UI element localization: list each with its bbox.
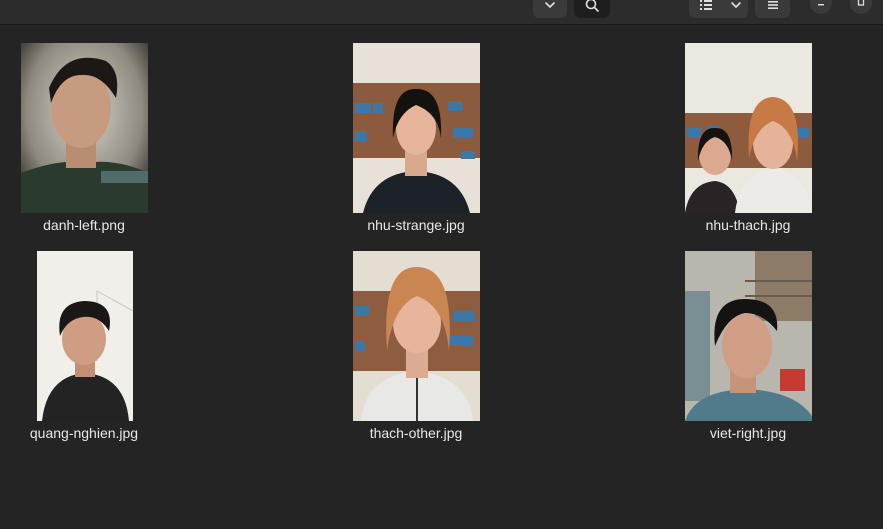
image-thumbnail	[37, 251, 133, 421]
file-name: viet-right.jpg	[709, 425, 787, 441]
file-item[interactable]: viet-right.jpg	[665, 244, 831, 444]
file-name: nhu-strange.jpg	[367, 217, 465, 233]
main-menu-button[interactable]	[755, 0, 790, 18]
file-item[interactable]: nhu-thach.jpg	[665, 36, 831, 236]
file-item[interactable]: quang-nghien.jpg	[1, 244, 167, 444]
image-thumbnail	[685, 251, 812, 421]
maximize-icon	[856, 0, 866, 12]
file-name: thach-other.jpg	[369, 425, 463, 441]
file-name: quang-nghien.jpg	[29, 425, 139, 441]
headerbar	[0, 0, 883, 25]
minimize-button[interactable]	[810, 0, 832, 14]
file-name: danh-left.png	[43, 217, 125, 233]
image-thumbnail	[353, 43, 480, 213]
menu-icon	[766, 0, 780, 12]
file-manager-window: danh-left.png nhu-strange.jpg nhu-thach.…	[0, 0, 883, 529]
file-item[interactable]: danh-left.png	[1, 36, 167, 236]
file-grid: danh-left.png nhu-strange.jpg nhu-thach.…	[0, 26, 883, 529]
view-mode-button[interactable]	[689, 0, 723, 18]
chevron-down-icon	[729, 0, 743, 12]
chevron-down-icon	[543, 0, 557, 12]
image-thumbnail	[353, 251, 480, 421]
maximize-button[interactable]	[850, 0, 872, 14]
image-thumbnail	[21, 43, 148, 213]
search-button[interactable]	[574, 0, 610, 18]
file-item[interactable]: thach-other.jpg	[333, 244, 499, 444]
search-icon	[584, 0, 600, 13]
view-options-button[interactable]	[723, 0, 748, 18]
image-thumbnail	[685, 43, 812, 213]
file-item[interactable]: nhu-strange.jpg	[333, 36, 499, 236]
minimize-icon	[816, 0, 826, 12]
file-name: nhu-thach.jpg	[705, 217, 791, 233]
path-dropdown-button[interactable]	[533, 0, 567, 18]
list-view-icon	[699, 0, 713, 12]
